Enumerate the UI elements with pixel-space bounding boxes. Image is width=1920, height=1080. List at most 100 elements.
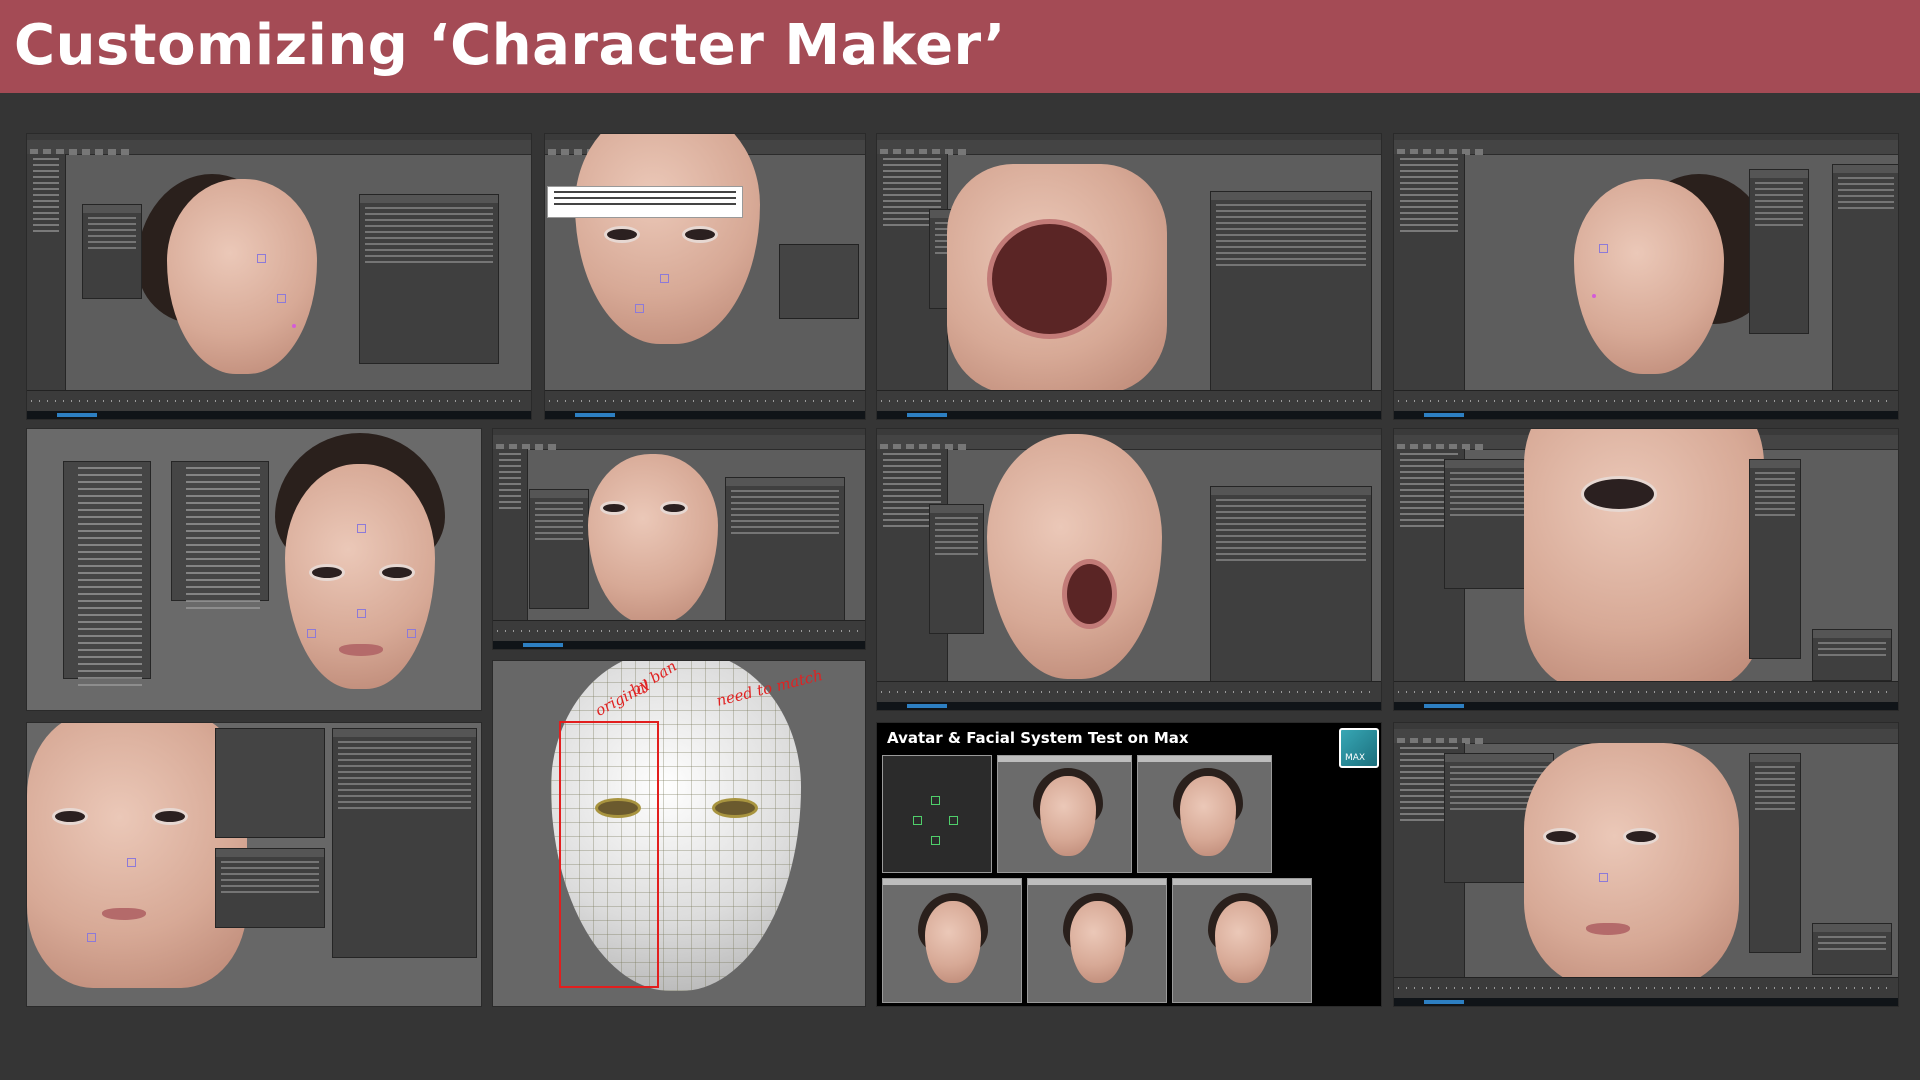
face-open-mouth [987,434,1162,679]
facial-control [307,629,316,638]
facial-control [635,304,644,313]
attribute-panel [529,489,589,609]
graph-editor [779,244,859,319]
face-front-view [575,134,760,344]
open-mouth [987,219,1112,339]
timeline [877,390,1381,411]
facial-control [407,629,416,638]
taskbar [1394,998,1898,1006]
facial-control [357,609,366,618]
timeline [545,390,865,411]
control-dot [1592,294,1596,298]
eye-right [663,504,685,512]
lips [1586,923,1630,935]
facial-control [660,274,669,283]
screenshot-maya-mouth-closeup [876,133,1382,420]
screenshot-maya-open-mouth [876,428,1382,711]
attribute-panel [1749,169,1809,334]
title-bar: Customizing ‘Character Maker’ [0,0,1920,93]
joint-outliner-left [63,461,151,686]
max-thumbnail [1137,755,1272,873]
screenshot-maya-profile-right [1393,133,1899,420]
taskbar [1394,702,1898,710]
timeline [27,390,531,411]
facial-control [1599,244,1608,253]
avatar-head [1215,901,1271,983]
face-closeup [27,723,247,988]
channel-box [1832,164,1898,394]
eye-closeup [1584,479,1654,509]
rig-point [931,796,940,805]
face-profile-right [1574,179,1724,374]
face-front-closeup [1524,743,1739,988]
timeline [1394,390,1898,411]
max-thumbnail [997,755,1132,873]
outliner-panel [27,154,66,391]
max-thumbnail [1172,878,1312,1003]
eye-right [155,811,185,822]
facial-control [257,254,266,263]
avatar-head [925,901,981,983]
facial-control [1599,873,1608,882]
screenshot-maya-face-expression [492,428,866,650]
eye-right [1626,831,1656,842]
screenshot-maya-eye-closeup [1393,428,1899,711]
screenshot-face-controller-editor [26,722,482,1007]
outliner-panel [493,449,528,621]
slide-title: Customizing ‘Character Maker’ [14,13,1006,78]
node-editor [1812,629,1892,681]
max-logo-text: MAX [1345,753,1366,763]
channel-box [1749,459,1801,659]
timeline [1394,977,1898,998]
eye-left [55,811,85,822]
control-dot [292,324,296,328]
eye-right [382,567,412,578]
eye-left [1546,831,1576,842]
rig-point [931,836,940,845]
wire-eye-right [715,801,755,815]
rig-point [913,816,922,825]
eye-left [607,229,637,240]
toolbar [493,435,865,450]
comparison-box [559,721,659,988]
face-side-view [167,179,317,374]
script-editor-window [332,728,477,958]
facial-control [87,933,96,942]
taskbar [877,411,1381,419]
eye-right [685,229,715,240]
screenshot-joint-hierarchy [26,428,482,711]
max-logo: MAX [1339,728,1379,768]
facial-control [277,294,286,303]
taskbar [493,641,865,649]
attribute-panel [82,204,142,299]
script-editor-window [1210,486,1372,686]
controller-list [215,848,325,928]
screenshot-max-facial-test: Avatar & Facial System Test on Max MAX [876,722,1382,1007]
script-editor-window [1210,191,1372,391]
open-mouth [1062,559,1117,629]
timeline [493,620,865,641]
face-expression [588,454,718,624]
avatar-head [1070,901,1126,983]
list-panel [929,504,984,634]
toolbar [27,140,531,155]
eye-left [603,504,625,512]
script-editor-window [359,194,499,364]
taskbar [545,411,865,419]
screenshot-wireframe-head: original by ban need to match [492,660,866,1007]
facial-control [357,524,366,533]
facial-control [127,858,136,867]
taskbar [1394,411,1898,419]
joint-outliner-right [171,461,269,609]
max-thumbnail [882,878,1022,1003]
eye-nose-closeup [1524,429,1764,689]
outliner-panel [1394,154,1465,391]
rig-point [949,816,958,825]
max-panel-title: Avatar & Facial System Test on Max [887,729,1189,747]
controller-graph [215,728,325,838]
channel-box [1749,753,1801,953]
avatar-head [1180,776,1236,856]
toolbar [877,435,1381,450]
timeline [1394,681,1898,702]
avatar-head [1040,776,1096,856]
